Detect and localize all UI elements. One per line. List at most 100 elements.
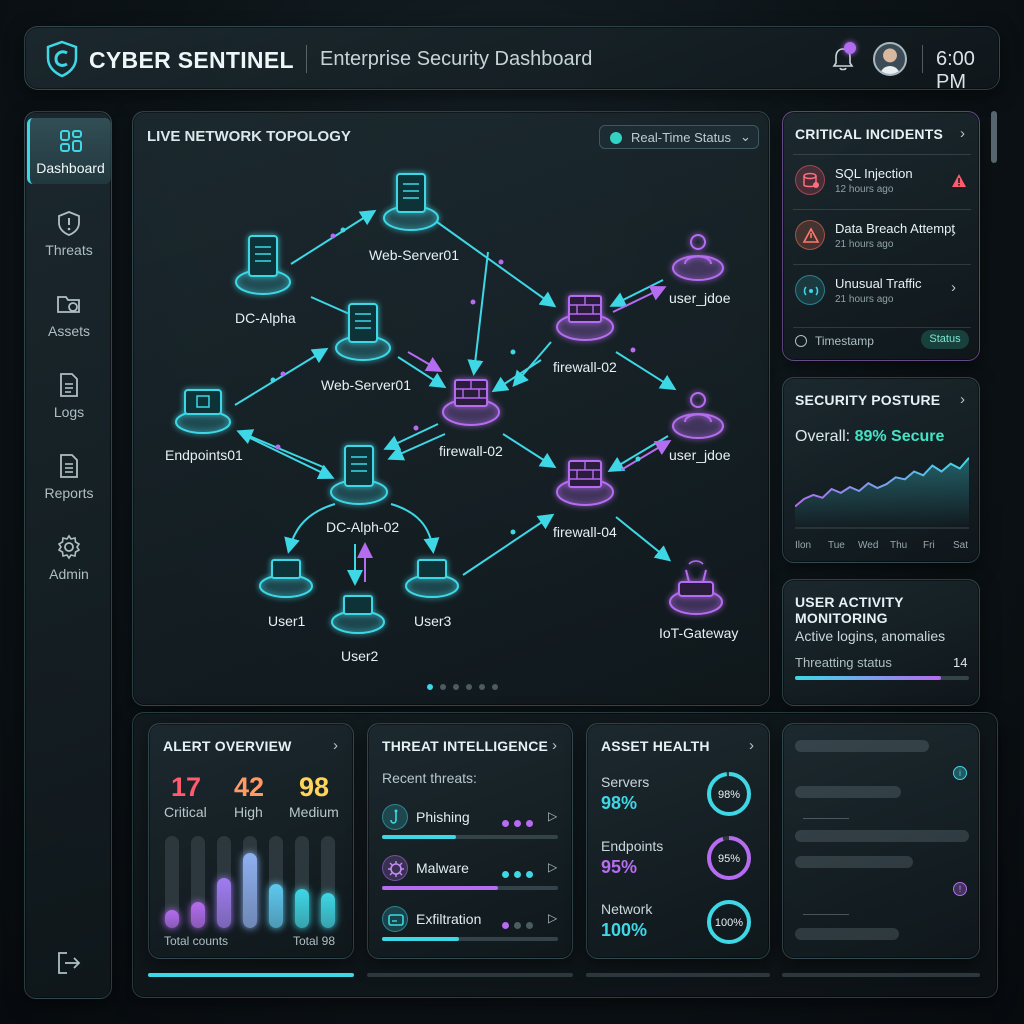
node-label: Endpoints01 [165, 447, 243, 463]
threat-intelligence-card: THREAT INTELLIGENCE › Recent threats: Ph… [367, 723, 573, 959]
info-dot-icon[interactable]: i [953, 766, 967, 780]
info-dot-icon[interactable]: ! [953, 882, 967, 896]
day-label: Wed [858, 540, 879, 551]
server-node-dc-alpha[interactable] [235, 235, 291, 295]
threat-name: Phishing [416, 809, 470, 825]
laptop-node-user3[interactable] [405, 559, 459, 598]
pager-dot[interactable] [427, 684, 433, 690]
placeholder-line [795, 830, 969, 842]
alert-bar-fill [217, 878, 231, 928]
alert-bar-fill [295, 889, 309, 928]
play-icon[interactable]: ▷ [548, 911, 557, 925]
sidebar-item-reports[interactable]: Reports [25, 443, 113, 509]
laptop-node-user2[interactable] [331, 595, 385, 634]
pager-dot[interactable] [453, 684, 459, 690]
incident-row[interactable]: SQL Injection 12 hours ago [793, 154, 971, 206]
folder-search-icon [57, 296, 80, 313]
incident-row[interactable]: Data Breach Attempt 21 hours ago › [793, 209, 971, 261]
asset-health-card: ASSET HEALTH › Servers 98% Endpoints 95%… [586, 723, 770, 959]
card-title: CRITICAL INCIDENTS [795, 126, 944, 142]
threat-row[interactable]: Malware ▷ [382, 855, 558, 895]
threat-row[interactable]: Exfiltration ▷ [382, 906, 558, 946]
server-node-web-top[interactable] [383, 173, 439, 231]
pager-dot[interactable] [492, 684, 498, 690]
clock-time: 6:00 PM [936, 48, 975, 93]
user-node-top[interactable] [672, 234, 724, 281]
node-label: Web-Server01 [321, 377, 411, 393]
status-select[interactable]: Real-Time Status ⌄ [599, 125, 759, 149]
sidebar: Dashboard Threats Assets Logs Reports Ad… [24, 111, 112, 999]
threat-name: Malware [416, 860, 469, 876]
pager-dot[interactable] [440, 684, 446, 690]
sidebar-item-threats[interactable]: Threats [25, 200, 113, 266]
chevron-right-icon[interactable]: › [552, 737, 557, 754]
node-label: firewall-04 [553, 524, 617, 540]
sidebar-item-label: Logs [53, 404, 85, 420]
scrollbar[interactable] [991, 111, 997, 163]
node-label: User2 [341, 648, 379, 664]
incident-row[interactable]: Unusual Traffic 21 hours ago › [793, 264, 971, 316]
section-indicator [782, 973, 980, 977]
threat-level-dots [502, 916, 538, 934]
section-indicator [367, 973, 573, 977]
chevron-right-icon[interactable]: › [960, 125, 965, 142]
grid-icon [59, 130, 82, 152]
pager-dot[interactable] [479, 684, 485, 690]
laptop-node-user1[interactable] [259, 559, 313, 598]
sidebar-item-logs[interactable]: Logs [25, 362, 113, 428]
user-node-mid[interactable] [672, 392, 724, 439]
alert-bar [165, 836, 179, 928]
posture-overall-label: Overall: [795, 428, 851, 445]
user-activity-card: USER ACTIVITY MONITORING Active logins, … [782, 579, 980, 706]
sidebar-item-label: Dashboard [36, 160, 105, 176]
chevron-right-icon[interactable]: › [960, 391, 965, 408]
chevron-right-icon: › [951, 224, 956, 241]
alert-bar [217, 836, 231, 928]
pager-dot[interactable] [466, 684, 472, 690]
drive-icon [382, 906, 408, 932]
node-label: Web-Server01 [369, 247, 459, 263]
header-bar: CYBER SENTINEL Enterprise Security Dashb… [24, 26, 1000, 93]
firewall-node-center[interactable] [442, 379, 500, 426]
logout-icon[interactable] [56, 950, 82, 976]
endpoint-node[interactable] [175, 389, 231, 434]
threat-row[interactable]: Phishing ▷ [382, 804, 558, 844]
day-label: Sat [953, 540, 969, 551]
firewall-node-right[interactable] [556, 295, 614, 341]
asset-value: 98% [601, 793, 638, 813]
sidebar-item-dashboard[interactable]: Dashboard [27, 118, 111, 184]
sidebar-item-label: Reports [44, 485, 94, 501]
time-divider [922, 45, 923, 73]
health-ring: 98% [707, 772, 751, 816]
chevron-right-icon[interactable]: › [333, 737, 338, 754]
shield-logo-icon [46, 40, 78, 78]
avatar[interactable] [873, 42, 907, 76]
status-badge[interactable]: Status [921, 330, 969, 349]
section-indicator [586, 973, 770, 977]
card-title: SECURITY POSTURE [795, 392, 941, 408]
placeholder-divider [803, 914, 849, 915]
incident-time: 21 hours ago [835, 294, 894, 305]
medium-label: Medium [289, 804, 339, 820]
activity-description: Active logins, anomalies [795, 628, 946, 644]
security-posture-card: SECURITY POSTURE › Overall: 89% Secure I… [782, 377, 980, 563]
sidebar-item-label: Assets [47, 323, 90, 339]
critical-incidents-card: CRITICAL INCIDENTS › SQL Injection 12 ho… [782, 111, 980, 361]
alert-bar-fill [165, 909, 179, 928]
play-icon[interactable]: ▷ [548, 809, 557, 823]
placeholder-line [795, 928, 899, 940]
medium-count: 98 [299, 772, 330, 802]
play-icon[interactable]: ▷ [548, 860, 557, 874]
firewall-node-low[interactable] [556, 460, 614, 506]
chevron-right-icon[interactable]: › [749, 737, 754, 754]
warning-icon [952, 174, 966, 187]
server-node-dc-alph-02[interactable] [330, 445, 388, 505]
sidebar-item-admin[interactable]: Admin [25, 524, 113, 590]
card-title: ASSET HEALTH [601, 738, 710, 754]
router-node-iot[interactable] [669, 560, 723, 615]
incident-time: 12 hours ago [835, 184, 894, 195]
activity-progress-track [795, 676, 969, 680]
threat-progress-track [382, 835, 558, 839]
alert-overview-card: ALERT OVERVIEW › 17 Critical 42 High 98 … [148, 723, 354, 959]
sidebar-item-assets[interactable]: Assets [25, 281, 113, 347]
